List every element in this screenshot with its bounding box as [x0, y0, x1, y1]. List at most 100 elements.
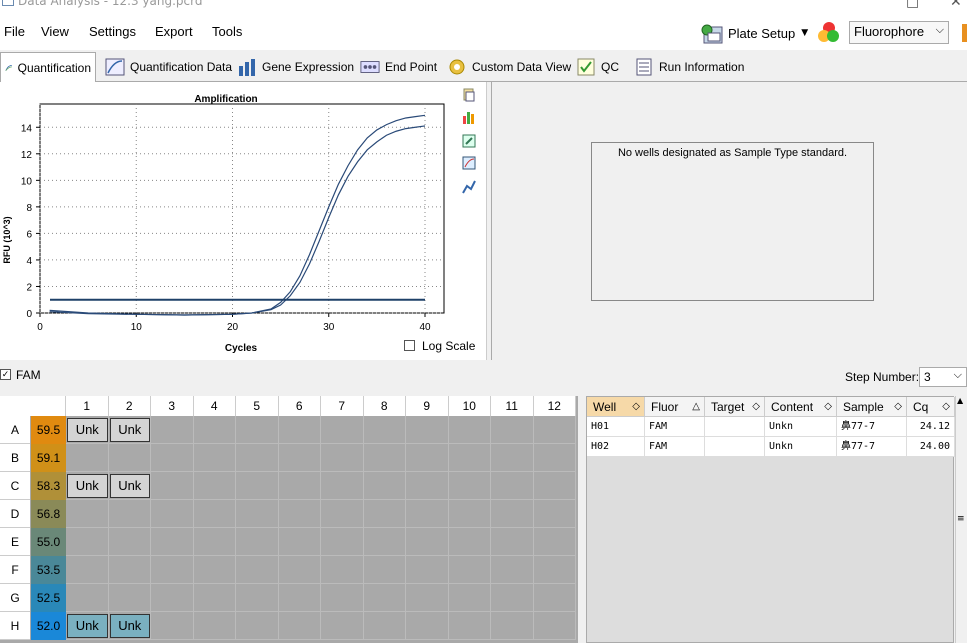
plate-cell[interactable]: [278, 528, 321, 556]
fluorophore-select[interactable]: Fluorophore ⌵: [849, 21, 949, 44]
maximize-icon[interactable]: □: [906, 0, 919, 10]
plate-cell[interactable]: [66, 584, 109, 612]
well-H1[interactable]: Unk: [67, 614, 108, 638]
menu-view[interactable]: View: [41, 24, 69, 39]
plate-cell[interactable]: [321, 416, 364, 444]
plate-cell[interactable]: [151, 612, 194, 640]
row-header-A[interactable]: A: [0, 416, 30, 444]
plate-cell[interactable]: [448, 500, 491, 528]
plate-cell[interactable]: [278, 472, 321, 500]
help-icon[interactable]: [960, 22, 967, 44]
log-scale-checkbox[interactable]: [404, 340, 415, 351]
plate-cell[interactable]: [363, 584, 406, 612]
well-A2[interactable]: Unk: [109, 418, 150, 442]
plate-cell[interactable]: [533, 472, 576, 500]
plate-cell[interactable]: [491, 416, 534, 444]
plate-cell[interactable]: [236, 556, 279, 584]
plate-cell[interactable]: [108, 444, 151, 472]
tab-quantification-data[interactable]: Quantification Data: [101, 54, 236, 80]
sort-icon[interactable]: ◇: [894, 397, 902, 417]
plate-cell[interactable]: [491, 472, 534, 500]
column-header-2[interactable]: 2: [108, 396, 151, 416]
plate-cell[interactable]: [66, 528, 109, 556]
plate-cell[interactable]: [363, 416, 406, 444]
curve-fit-icon[interactable]: [462, 180, 476, 194]
plate-cell[interactable]: [321, 612, 364, 640]
plate-cell[interactable]: [278, 500, 321, 528]
well-C2[interactable]: Unk: [109, 474, 150, 498]
plate-cell[interactable]: [193, 556, 236, 584]
plate-cell[interactable]: [278, 612, 321, 640]
menu-export[interactable]: Export: [155, 24, 193, 39]
plate-cell[interactable]: [448, 556, 491, 584]
plate-cell[interactable]: [491, 500, 534, 528]
plate-cell[interactable]: [193, 472, 236, 500]
column-header-well[interactable]: Well ◇: [587, 397, 645, 417]
plate-cell[interactable]: [66, 556, 109, 584]
plate-cell[interactable]: [533, 500, 576, 528]
plate-cell[interactable]: [448, 444, 491, 472]
plate-cell[interactable]: [448, 472, 491, 500]
close-icon[interactable]: ✕: [950, 0, 962, 10]
row-header-H[interactable]: H: [0, 612, 30, 640]
plate-cell[interactable]: [406, 528, 449, 556]
row-header-G[interactable]: G: [0, 584, 30, 612]
plate-cell[interactable]: [193, 416, 236, 444]
plate-cell[interactable]: [533, 416, 576, 444]
plate-cell[interactable]: [66, 444, 109, 472]
tab-custom-data-view[interactable]: Custom Data View: [443, 54, 575, 80]
plate-cell[interactable]: [151, 528, 194, 556]
plate-cell[interactable]: [533, 584, 576, 612]
chart-options-icon[interactable]: [462, 110, 476, 124]
sort-icon[interactable]: ◇: [824, 397, 832, 417]
plate-cell[interactable]: [406, 416, 449, 444]
well-A1[interactable]: Unk: [67, 418, 108, 442]
plate-cell[interactable]: [448, 584, 491, 612]
column-header-12[interactable]: 12: [533, 396, 576, 416]
well-H2[interactable]: Unk: [109, 614, 150, 638]
amplification-chart[interactable]: Amplification Cycles RFU (10^3) 0 10 20 30 4…: [0, 82, 460, 360]
zoom-chart-icon[interactable]: [462, 156, 476, 170]
plate-cell[interactable]: [278, 416, 321, 444]
well-C1[interactable]: Unk: [67, 474, 108, 498]
plate-cell[interactable]: [151, 416, 194, 444]
plate-cell[interactable]: [491, 584, 534, 612]
plate-cell[interactable]: [406, 584, 449, 612]
export-chart-icon[interactable]: [462, 134, 476, 148]
plate-cell[interactable]: [236, 500, 279, 528]
traffic-light-icon[interactable]: [815, 20, 843, 46]
plate-cell[interactable]: [406, 472, 449, 500]
column-header-10[interactable]: 10: [448, 396, 491, 416]
plate-cell[interactable]: [236, 584, 279, 612]
sort-icon[interactable]: △: [692, 397, 700, 417]
step-number-select[interactable]: 3 ⌵: [919, 367, 967, 387]
column-header-3[interactable]: 3: [151, 396, 194, 416]
plate-cell[interactable]: [193, 584, 236, 612]
table-cell-well[interactable]: H02: [587, 437, 645, 457]
column-header-7[interactable]: 7: [321, 396, 364, 416]
plate-cell[interactable]: [363, 556, 406, 584]
plate-cell[interactable]: [321, 472, 364, 500]
column-header-5[interactable]: 5: [236, 396, 279, 416]
plate-cell[interactable]: [66, 500, 109, 528]
plate-cell[interactable]: [151, 472, 194, 500]
plate-cell[interactable]: [193, 528, 236, 556]
row-header-F[interactable]: F: [0, 556, 30, 584]
plate-cell[interactable]: [236, 472, 279, 500]
table-cell-target[interactable]: [705, 417, 765, 437]
table-cell-fluor[interactable]: FAM: [645, 437, 705, 457]
plate-cell[interactable]: [406, 444, 449, 472]
plate-cell[interactable]: [363, 472, 406, 500]
plate-cell[interactable]: [406, 500, 449, 528]
plate-cell[interactable]: [491, 528, 534, 556]
copy-icon[interactable]: [462, 88, 476, 102]
column-header-9[interactable]: 9: [406, 396, 449, 416]
plate-cell[interactable]: [363, 612, 406, 640]
plate-cell[interactable]: [406, 612, 449, 640]
plate-cell[interactable]: [533, 528, 576, 556]
plate-cell[interactable]: [533, 444, 576, 472]
plate-cell[interactable]: [108, 500, 151, 528]
plate-cell[interactable]: [491, 612, 534, 640]
column-header-6[interactable]: 6: [278, 396, 321, 416]
plate-cell[interactable]: [321, 584, 364, 612]
